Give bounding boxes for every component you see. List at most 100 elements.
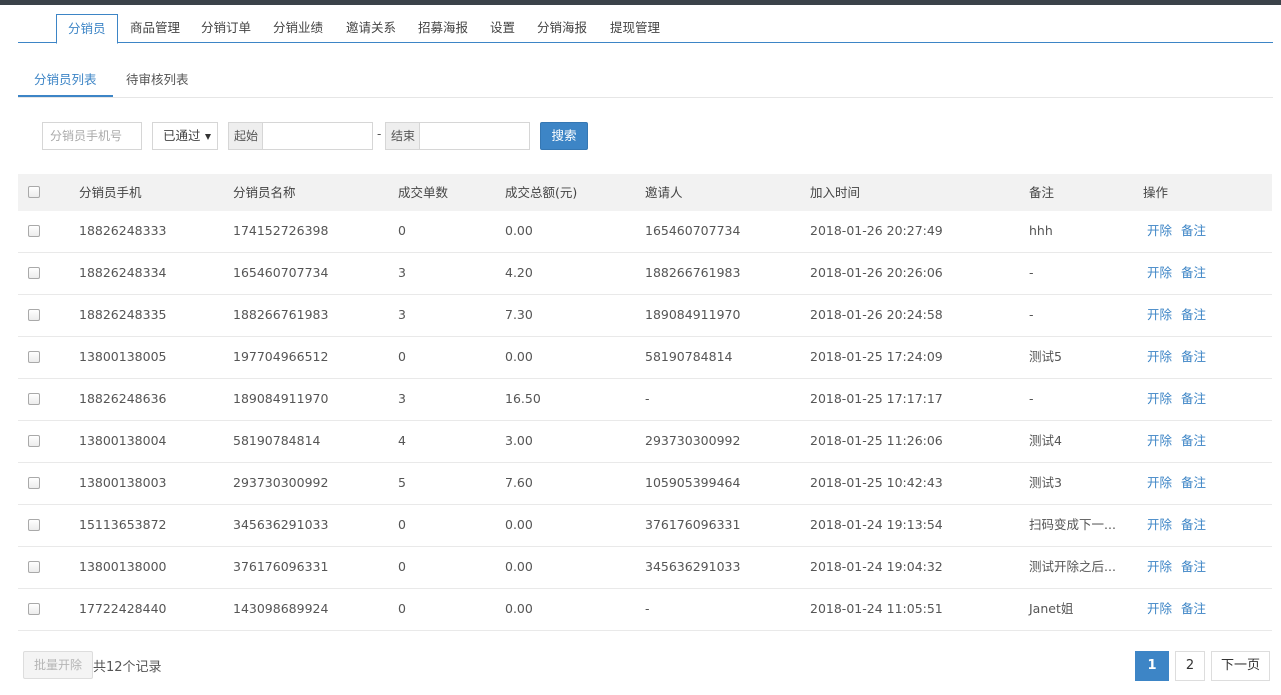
fire-link[interactable]: 开除 xyxy=(1147,547,1172,587)
row-checkbox[interactable] xyxy=(28,477,40,489)
cell-remark: hhh xyxy=(1029,223,1053,238)
remark-link[interactable]: 备注 xyxy=(1181,463,1206,503)
fire-link[interactable]: 开除 xyxy=(1147,253,1172,293)
cell-inviter: 189084911970 xyxy=(645,307,741,322)
cell-remark: - xyxy=(1029,307,1034,322)
cell-joined: 2018-01-24 11:05:51 xyxy=(810,601,943,616)
end-date-input[interactable] xyxy=(419,122,530,150)
cell-amount: 0.00 xyxy=(505,601,533,616)
tab-settings[interactable]: 设置 xyxy=(490,14,515,43)
cell-joined: 2018-01-25 17:17:17 xyxy=(810,391,943,406)
cell-phone: 13800138000 xyxy=(79,559,167,574)
batch-fire-button[interactable]: 批量开除 xyxy=(23,651,93,679)
tab-distribution-orders[interactable]: 分销订单 xyxy=(201,14,251,43)
row-checkbox[interactable] xyxy=(28,561,40,573)
cell-joined: 2018-01-25 11:26:06 xyxy=(810,433,943,448)
cell-remark: - xyxy=(1029,265,1034,280)
tab-distributors[interactable]: 分销员 xyxy=(56,14,118,44)
cell-name: 165460707734 xyxy=(233,265,329,280)
row-checkbox[interactable] xyxy=(28,603,40,615)
row-checkbox[interactable] xyxy=(28,351,40,363)
tab-recruitment-poster[interactable]: 招募海报 xyxy=(418,14,468,43)
search-button[interactable]: 搜索 xyxy=(540,122,588,150)
remark-link[interactable]: 备注 xyxy=(1181,589,1206,629)
cell-orders: 5 xyxy=(398,475,406,490)
table-row: 13800138003 293730300992 5 7.60 105905399464… xyxy=(18,463,1272,505)
tab-distribution-poster[interactable]: 分销海报 xyxy=(537,14,587,43)
fire-link[interactable]: 开除 xyxy=(1147,211,1172,251)
header-orders: 成交单数 xyxy=(398,185,449,200)
remark-link[interactable]: 备注 xyxy=(1181,379,1206,419)
header-joined: 加入时间 xyxy=(810,185,861,200)
row-checkbox[interactable] xyxy=(28,225,40,237)
phone-search-input[interactable] xyxy=(42,122,142,150)
header-remark: 备注 xyxy=(1029,185,1055,200)
tab-invitation-relations[interactable]: 邀请关系 xyxy=(346,14,396,43)
cell-amount: 7.60 xyxy=(505,475,533,490)
cell-phone: 18826248334 xyxy=(79,265,167,280)
row-checkbox[interactable] xyxy=(28,267,40,279)
cell-phone: 13800138005 xyxy=(79,349,167,364)
select-all-checkbox[interactable] xyxy=(28,186,40,198)
cell-name: 174152726398 xyxy=(233,223,329,238)
cell-inviter: 376176096331 xyxy=(645,517,741,532)
fire-link[interactable]: 开除 xyxy=(1147,505,1172,545)
remark-link[interactable]: 备注 xyxy=(1181,505,1206,545)
row-checkbox[interactable] xyxy=(28,519,40,531)
cell-amount: 0.00 xyxy=(505,223,533,238)
start-date-label: 起始 xyxy=(228,122,265,150)
header-inviter: 邀请人 xyxy=(645,185,683,200)
cell-orders: 3 xyxy=(398,307,406,322)
cell-orders: 0 xyxy=(398,349,406,364)
tab-product-management[interactable]: 商品管理 xyxy=(130,14,180,43)
cell-amount: 16.50 xyxy=(505,391,541,406)
cell-phone: 13800138003 xyxy=(79,475,167,490)
cell-phone: 13800138004 xyxy=(79,433,167,448)
table-row: 13800138004 58190784814 4 3.00 293730300992 2… xyxy=(18,421,1272,463)
remark-link[interactable]: 备注 xyxy=(1181,295,1206,335)
status-select[interactable]: 已通过 xyxy=(152,122,218,150)
fire-link[interactable]: 开除 xyxy=(1147,589,1172,629)
fire-link[interactable]: 开除 xyxy=(1147,295,1172,335)
page-2-button[interactable]: 2 xyxy=(1175,651,1205,681)
cell-amount: 0.00 xyxy=(505,517,533,532)
table-row: 18826248636 189084911970 3 16.50 - 2018-01-25… xyxy=(18,379,1272,421)
top-bar xyxy=(0,0,1281,5)
row-checkbox[interactable] xyxy=(28,309,40,321)
sub-tab-bar: 分销员列表 待审核列表 xyxy=(18,66,1273,98)
cell-amount: 7.30 xyxy=(505,307,533,322)
remark-link[interactable]: 备注 xyxy=(1181,547,1206,587)
cell-remark: 测试3 xyxy=(1029,475,1062,490)
row-checkbox[interactable] xyxy=(28,435,40,447)
fire-link[interactable]: 开除 xyxy=(1147,379,1172,419)
header-name: 分销员名称 xyxy=(233,185,296,200)
page-1-button[interactable]: 1 xyxy=(1135,651,1169,681)
date-range-separator: - xyxy=(377,127,382,141)
remark-link[interactable]: 备注 xyxy=(1181,421,1206,461)
fire-link[interactable]: 开除 xyxy=(1147,463,1172,503)
table-row: 18826248334 165460707734 3 4.20 188266761983… xyxy=(18,253,1272,295)
remark-link[interactable]: 备注 xyxy=(1181,337,1206,377)
cell-orders: 0 xyxy=(398,601,406,616)
cell-amount: 3.00 xyxy=(505,433,533,448)
header-amount: 成交总额(元) xyxy=(505,185,578,200)
fire-link[interactable]: 开除 xyxy=(1147,337,1172,377)
cell-inviter: 105905399464 xyxy=(645,475,741,490)
cell-amount: 0.00 xyxy=(505,349,533,364)
cell-inviter: 58190784814 xyxy=(645,349,733,364)
tab-distribution-performance[interactable]: 分销业绩 xyxy=(273,14,323,43)
remark-link[interactable]: 备注 xyxy=(1181,211,1206,251)
start-date-input[interactable] xyxy=(262,122,373,150)
next-page-button[interactable]: 下一页 xyxy=(1211,651,1270,681)
tab-pending-review-list[interactable]: 待审核列表 xyxy=(126,66,189,97)
cell-phone: 18826248335 xyxy=(79,307,167,322)
cell-joined: 2018-01-24 19:04:32 xyxy=(810,559,943,574)
fire-link[interactable]: 开除 xyxy=(1147,421,1172,461)
table-row: 18826248335 188266761983 3 7.30 189084911970… xyxy=(18,295,1272,337)
tab-withdrawal-management[interactable]: 提现管理 xyxy=(610,14,660,43)
tab-distributor-list[interactable]: 分销员列表 xyxy=(18,66,113,97)
remark-link[interactable]: 备注 xyxy=(1181,253,1206,293)
cell-joined: 2018-01-26 20:26:06 xyxy=(810,265,943,280)
main-tab-bar: 分销员 商品管理 分销订单 分销业绩 邀请关系 招募海报 设置 分销海报 提现管… xyxy=(18,14,1273,44)
row-checkbox[interactable] xyxy=(28,393,40,405)
